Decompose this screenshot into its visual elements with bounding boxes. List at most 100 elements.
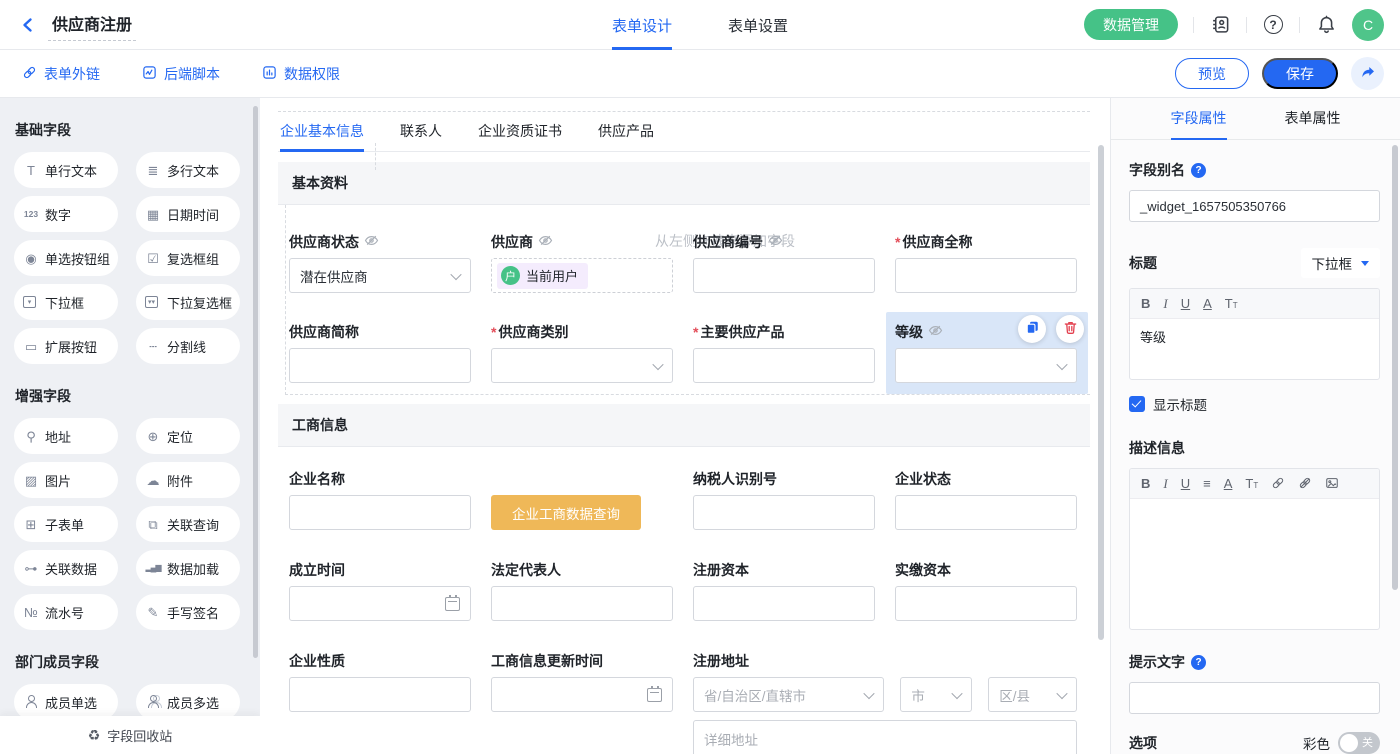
italic-icon[interactable]: I bbox=[1163, 297, 1167, 310]
field-business-update-time[interactable]: 工商信息更新时间 bbox=[491, 652, 673, 712]
established-date-input[interactable] bbox=[289, 586, 471, 621]
field-company-nature[interactable]: 企业性质 bbox=[289, 652, 471, 712]
font-size-icon[interactable]: TT bbox=[1225, 297, 1238, 310]
company-name-input[interactable] bbox=[289, 495, 471, 530]
hint-text-input[interactable] bbox=[1129, 682, 1380, 714]
data-manage-button[interactable]: 数据管理 bbox=[1084, 9, 1178, 40]
field-pill-extend-button[interactable]: ▭扩展按钮 bbox=[14, 328, 118, 364]
insert-link-icon[interactable] bbox=[1271, 476, 1285, 492]
tab-form-properties[interactable]: 表单属性 bbox=[1285, 98, 1341, 140]
supplier-full-name-input[interactable] bbox=[895, 258, 1077, 293]
delete-widget-button[interactable] bbox=[1056, 315, 1084, 343]
field-pill-number[interactable]: 123数字 bbox=[14, 196, 118, 232]
contacts-book-icon[interactable] bbox=[1209, 14, 1231, 36]
field-type-dropdown[interactable]: 下拉框 bbox=[1301, 248, 1381, 278]
description-content-input[interactable] bbox=[1130, 499, 1379, 629]
field-registered-capital[interactable]: 注册资本 bbox=[693, 561, 875, 621]
field-taxpayer-id[interactable]: 纳税人识别号 bbox=[693, 470, 875, 530]
company-nature-input[interactable] bbox=[289, 677, 471, 712]
field-company-name[interactable]: 企业名称 bbox=[289, 470, 471, 530]
field-pill-member-multi[interactable]: 成员多选 bbox=[136, 684, 240, 720]
share-button[interactable] bbox=[1351, 57, 1384, 90]
help-icon[interactable]: ? bbox=[1191, 655, 1206, 670]
city-select[interactable]: 市 bbox=[900, 677, 972, 712]
tab-field-properties[interactable]: 字段属性 bbox=[1171, 98, 1227, 140]
field-supplier-short-name[interactable]: 供应商简称 bbox=[289, 323, 471, 383]
field-pill-checkbox-group[interactable]: ☑复选框组 bbox=[136, 240, 240, 276]
supplier-user-field[interactable]: 户 当前用户 bbox=[491, 258, 673, 293]
checkbox-checked-icon[interactable] bbox=[1129, 396, 1145, 412]
show-title-checkbox-row[interactable]: 显示标题 bbox=[1129, 394, 1380, 414]
save-button[interactable]: 保存 bbox=[1262, 58, 1338, 89]
bold-icon[interactable]: B bbox=[1141, 477, 1150, 490]
detail-address-textarea[interactable]: 详细地址 bbox=[693, 720, 1077, 754]
field-pill-address[interactable]: ⚲地址 bbox=[14, 418, 118, 454]
field-supplier-category[interactable]: *供应商类别 bbox=[491, 323, 673, 383]
supplier-category-select[interactable] bbox=[491, 348, 673, 383]
field-pill-dropdown[interactable]: ▾下拉框 bbox=[14, 284, 118, 320]
back-icon[interactable] bbox=[18, 15, 38, 35]
field-supplier-status[interactable]: 供应商状态 潜在供应商 bbox=[289, 233, 471, 293]
field-pill-member-single[interactable]: 成员单选 bbox=[14, 684, 118, 720]
field-pill-linked-data[interactable]: ⊶关联数据 bbox=[14, 550, 118, 586]
remove-link-icon[interactable] bbox=[1298, 476, 1312, 492]
business-data-query-button[interactable]: 企业工商数据查询 bbox=[491, 495, 641, 530]
level-select[interactable] bbox=[895, 348, 1077, 383]
field-main-products[interactable]: *主要供应产品 bbox=[693, 323, 875, 383]
registered-capital-input[interactable] bbox=[693, 586, 875, 621]
supplier-status-select[interactable]: 潜在供应商 bbox=[289, 258, 471, 293]
supplier-short-name-input[interactable] bbox=[289, 348, 471, 383]
sidebar-scrollbar[interactable] bbox=[253, 106, 258, 658]
form-tab-company-info[interactable]: 企业基本信息 bbox=[280, 112, 364, 152]
province-select[interactable]: 省/自治区/直辖市 bbox=[693, 677, 884, 712]
color-toggle-off[interactable]: 关 bbox=[1338, 732, 1380, 754]
field-pill-signature[interactable]: ✎手写签名 bbox=[136, 594, 240, 630]
field-pill-location[interactable]: ⊕定位 bbox=[136, 418, 240, 454]
field-pill-attachment[interactable]: ☁附件 bbox=[136, 462, 240, 498]
field-pill-datetime[interactable]: ▦日期时间 bbox=[136, 196, 240, 232]
field-supplier-code[interactable]: 供应商编号 bbox=[693, 233, 875, 293]
field-pill-image[interactable]: ▨图片 bbox=[14, 462, 118, 498]
field-supplier[interactable]: 供应商 户 当前用户 bbox=[491, 233, 673, 293]
panel-scrollbar[interactable] bbox=[1392, 145, 1398, 590]
taxpayer-id-input[interactable] bbox=[693, 495, 875, 530]
notification-bell-icon[interactable] bbox=[1315, 14, 1337, 36]
insert-image-icon[interactable] bbox=[1325, 476, 1339, 492]
legal-person-input[interactable] bbox=[491, 586, 673, 621]
field-pill-linked-query[interactable]: ⧉关联查询 bbox=[136, 506, 240, 542]
field-pill-single-line-text[interactable]: T单行文本 bbox=[14, 152, 118, 188]
company-status-input[interactable] bbox=[895, 495, 1077, 530]
bold-icon[interactable]: B bbox=[1141, 297, 1150, 310]
paid-capital-input[interactable] bbox=[895, 586, 1077, 621]
district-select[interactable]: 区/县 bbox=[988, 677, 1077, 712]
field-paid-capital[interactable]: 实缴资本 bbox=[895, 561, 1077, 621]
form-tab-contacts[interactable]: 联系人 bbox=[400, 112, 442, 152]
form-tab-qualifications[interactable]: 企业资质证书 bbox=[478, 112, 562, 152]
selected-widget-level[interactable]: 等级 bbox=[886, 312, 1088, 394]
business-update-time-input[interactable] bbox=[491, 677, 673, 712]
form-tab-products[interactable]: 供应产品 bbox=[598, 112, 654, 152]
field-pill-multi-line-text[interactable]: ≣多行文本 bbox=[136, 152, 240, 188]
field-supplier-full-name[interactable]: *供应商全称 bbox=[895, 233, 1077, 293]
supplier-code-input[interactable] bbox=[693, 258, 875, 293]
preview-button[interactable]: 预览 bbox=[1175, 58, 1249, 89]
field-pill-radio-group[interactable]: ◉单选按钮组 bbox=[14, 240, 118, 276]
field-recycle-bin[interactable]: ♻ 字段回收站 bbox=[0, 716, 260, 754]
field-registered-address[interactable]: 注册地址 省/自治区/直辖市 市 区/县 bbox=[693, 652, 1077, 712]
underline-icon[interactable]: U bbox=[1181, 297, 1190, 310]
section-header-basic-info[interactable]: 基本资料 bbox=[278, 162, 1090, 205]
field-pill-subform[interactable]: ⊞子表单 bbox=[14, 506, 118, 542]
form-title[interactable]: 供应商注册 bbox=[48, 9, 136, 41]
help-icon[interactable]: ? bbox=[1262, 14, 1284, 36]
tab-form-design[interactable]: 表单设计 bbox=[612, 0, 672, 50]
backend-script-link[interactable]: 后端脚本 bbox=[142, 64, 220, 84]
copy-widget-button[interactable] bbox=[1018, 315, 1046, 343]
canvas-scrollbar[interactable] bbox=[1098, 145, 1104, 640]
font-size-icon[interactable]: TT bbox=[1245, 477, 1258, 490]
underline-icon[interactable]: U bbox=[1181, 477, 1190, 490]
field-legal-person[interactable]: 法定代表人 bbox=[491, 561, 673, 621]
field-pill-serial-number[interactable]: №流水号 bbox=[14, 594, 118, 630]
field-pill-multi-dropdown[interactable]: ▾▾下拉复选框 bbox=[136, 284, 240, 320]
main-products-input[interactable] bbox=[693, 348, 875, 383]
align-icon[interactable]: ≡ bbox=[1203, 477, 1211, 490]
